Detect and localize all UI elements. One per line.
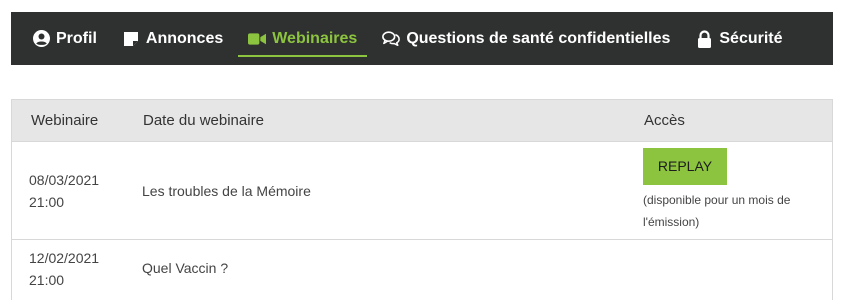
webinar-date: 12/02/2021 bbox=[29, 250, 100, 266]
note-icon bbox=[122, 30, 140, 48]
nav-item-label: Questions de santé confidentielles bbox=[406, 29, 671, 47]
column-header-acces: Accès bbox=[644, 112, 685, 129]
webinar-title: Quel Vaccin ? bbox=[142, 260, 229, 276]
nav-item-questions-sante[interactable]: Questions de santé confidentielles bbox=[382, 12, 670, 65]
webinar-datetime: 12/02/2021 21:00 bbox=[12, 240, 125, 291]
account-nav-bar: Profil Annonces Webinaires Questions de … bbox=[11, 12, 833, 65]
webinars-table: Webinaire Date du webinaire Accès 08/03/… bbox=[11, 99, 833, 300]
access-availability-note: (disponible pour un mois de l'émission) bbox=[643, 193, 791, 229]
video-camera-icon bbox=[248, 30, 267, 48]
nav-item-label: Profil bbox=[56, 29, 97, 47]
webinar-time: 21:00 bbox=[29, 272, 65, 288]
column-header-webinaire: Webinaire bbox=[31, 112, 99, 129]
access-cell: REPLAY (disponible pour un mois de l'émi… bbox=[630, 148, 832, 233]
webinar-datetime: 08/03/2021 21:00 bbox=[12, 169, 125, 213]
nav-item-profil[interactable]: Profil bbox=[32, 12, 97, 65]
nav-item-label: Webinaires bbox=[272, 29, 358, 47]
table-row: 08/03/2021 21:00 Les troubles de la Mémo… bbox=[12, 142, 832, 240]
table-header: Webinaire Date du webinaire Accès bbox=[12, 100, 832, 142]
column-header-date: Date du webinaire bbox=[143, 112, 264, 129]
webinar-date: 08/03/2021 bbox=[29, 171, 100, 188]
table-row: 12/02/2021 21:00 Quel Vaccin ? bbox=[12, 240, 832, 300]
lock-icon bbox=[695, 29, 713, 48]
webinar-title: Les troubles de la Mémoire bbox=[142, 182, 311, 199]
webinar-time: 21:00 bbox=[29, 193, 65, 210]
nav-item-annonces[interactable]: Annonces bbox=[122, 12, 223, 65]
nav-item-label: Sécurité bbox=[719, 29, 783, 47]
chat-bubbles-icon bbox=[382, 30, 401, 48]
nav-item-webinaires[interactable]: Webinaires bbox=[238, 12, 368, 65]
nav-item-label: Annonces bbox=[145, 29, 224, 47]
user-circle-icon bbox=[32, 30, 50, 48]
nav-item-securite[interactable]: Sécurité bbox=[695, 12, 783, 65]
replay-button[interactable]: REPLAY bbox=[643, 148, 727, 185]
